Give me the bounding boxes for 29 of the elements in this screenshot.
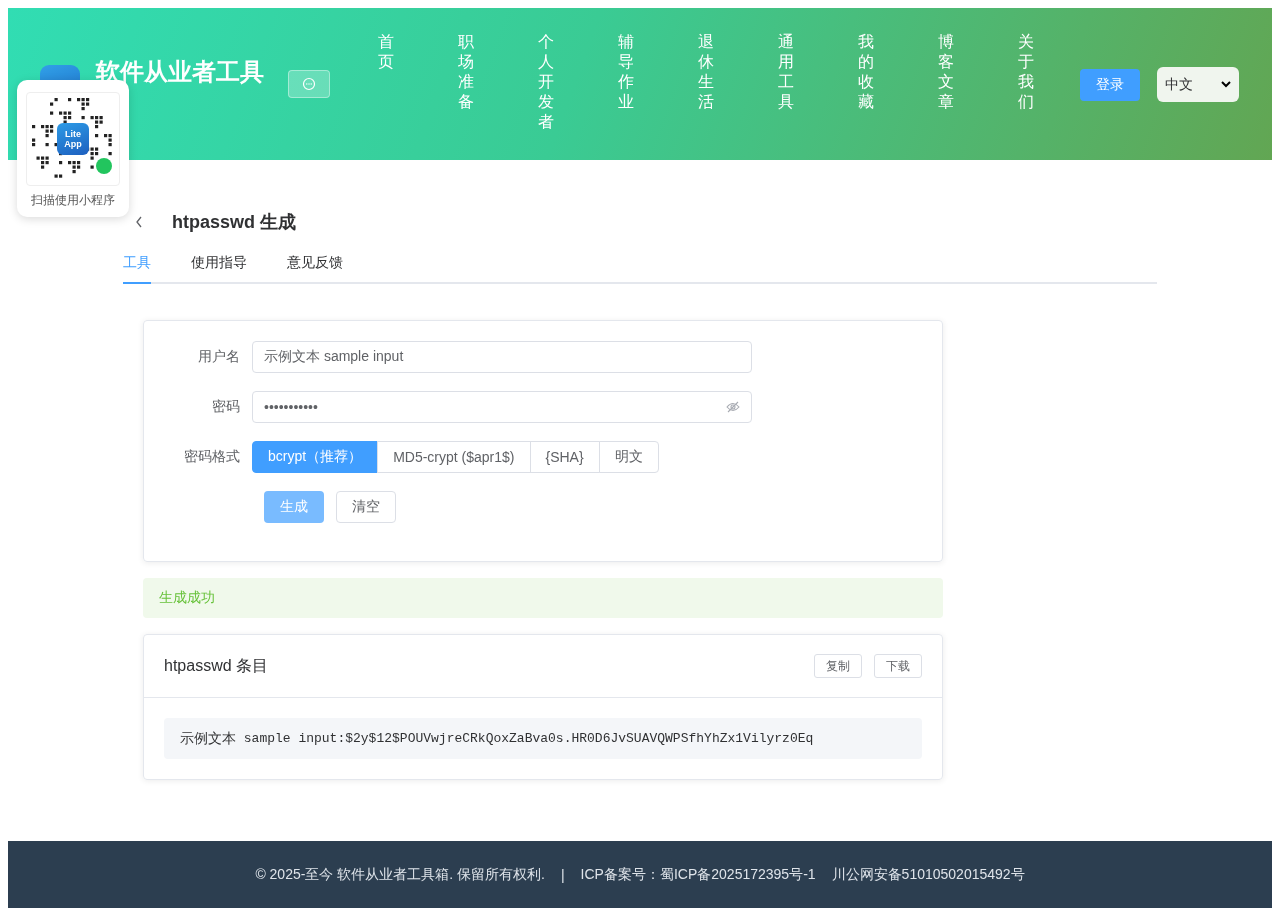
format-option[interactable]: MD5-crypt ($apr1$) [377, 441, 531, 473]
success-alert: 生成成功 [143, 578, 943, 618]
language-select[interactable]: 中文 [1157, 67, 1239, 102]
eye-slash-icon[interactable] [726, 401, 740, 413]
copy-button[interactable]: 复制 [814, 654, 862, 678]
icp-link[interactable]: ICP备案号：蜀ICP备2025172395号-1 [580, 865, 816, 884]
app-badge: Lite App [57, 123, 89, 155]
tab[interactable]: 意见反馈 [287, 254, 343, 284]
chat-icon [302, 77, 316, 91]
page-title: htpasswd 生成 [172, 211, 296, 234]
field-label: 密码格式 [183, 448, 241, 466]
download-button[interactable]: 下载 [874, 654, 922, 678]
separator-text: | [560, 866, 565, 883]
username-field[interactable]: 示例文本 sample input [252, 341, 752, 373]
htpasswd-entry: 示例文本 sample input:$2y$12$POUVwjreCRkQoxZaBva0s.HR0D6JvSUAVQWPSfhYhZx1Vilyrz0Eq [164, 718, 922, 759]
format-option[interactable]: 明文 [598, 441, 659, 473]
field-label: 密码 [211, 398, 241, 416]
clear-button[interactable]: 清空 [336, 491, 396, 523]
copyright-text: © 2025-至今 软件从业者工具箱. 保留所有权利. [255, 865, 545, 884]
tab[interactable]: 使用指导 [191, 254, 247, 284]
back-icon[interactable] [135, 216, 143, 228]
chevron-down-icon [1221, 81, 1231, 88]
qr-caption: 扫描使用小程序 [31, 192, 115, 209]
password-field[interactable]: ••••••••••• [252, 391, 752, 423]
police-link[interactable]: 川公网安备51010502015492号 [831, 865, 1025, 884]
format-option[interactable]: {SHA} [529, 441, 600, 473]
chat-button[interactable] [288, 70, 330, 98]
field-label: 用户名 [197, 348, 241, 366]
result-title: htpasswd 条目 [164, 655, 269, 676]
